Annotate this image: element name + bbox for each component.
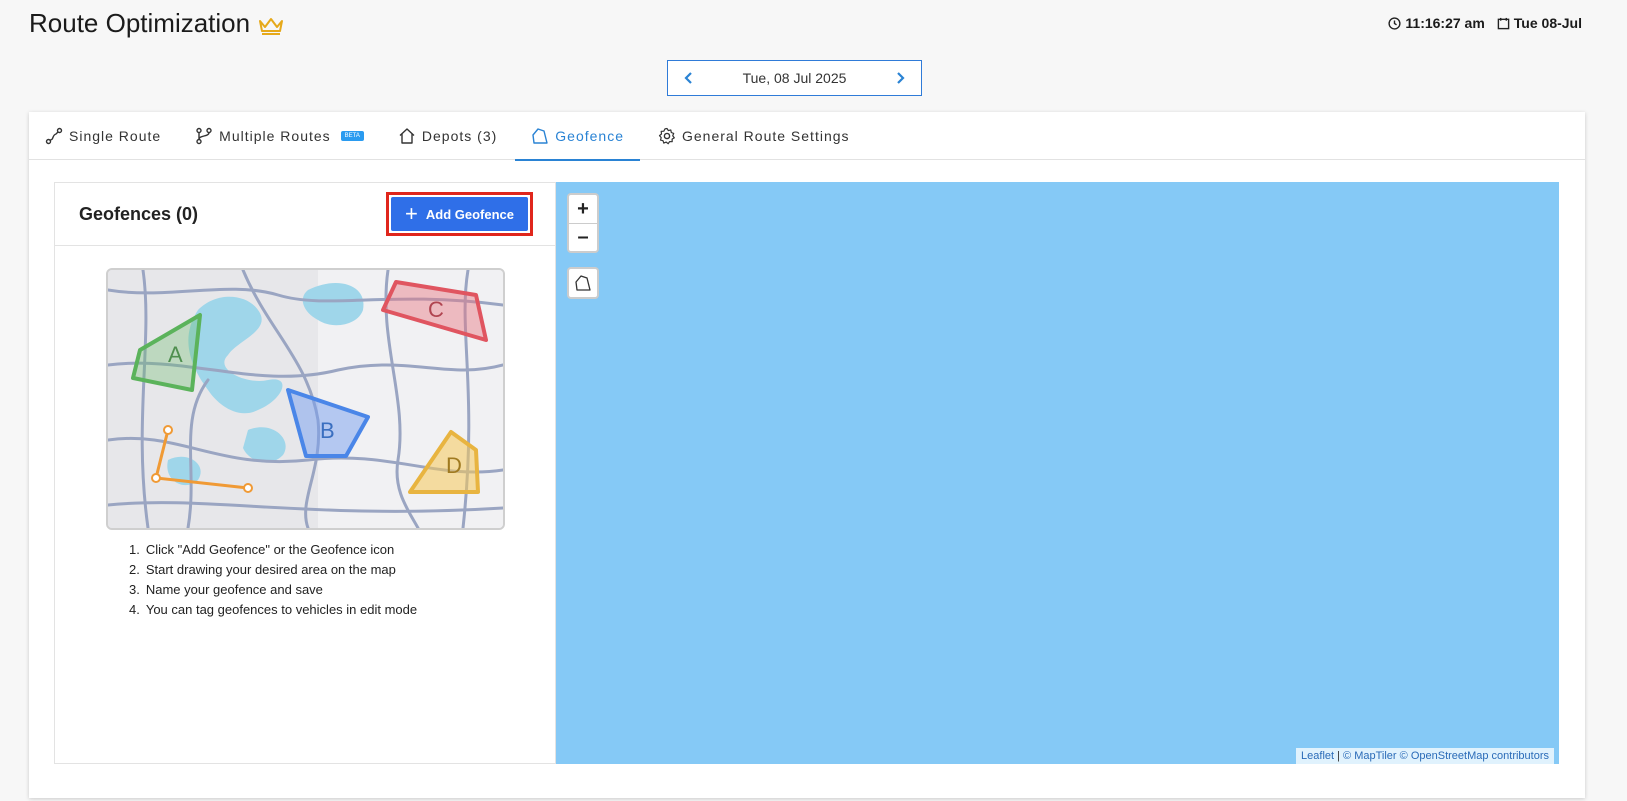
osm-link[interactable]: © OpenStreetMap contributors — [1400, 750, 1549, 762]
step-text: Name your geofence and save — [145, 582, 323, 597]
zoom-out-button[interactable]: – — [569, 223, 597, 251]
calendar-icon — [1497, 17, 1510, 29]
previous-day-button[interactable] — [680, 69, 698, 87]
time-text: 11:16:27 am — [1405, 15, 1485, 31]
chevron-right-icon — [897, 72, 905, 84]
illustration-label-a: A — [168, 342, 183, 367]
maptiler-link[interactable]: © MapTiler — [1343, 750, 1397, 762]
add-geofence-label: Add Geofence — [425, 206, 514, 222]
selected-date[interactable]: Tue, 08 Jul 2025 — [743, 70, 847, 86]
highlight-box: + Add Geofence — [386, 192, 533, 236]
add-geofence-button[interactable]: + Add Geofence — [391, 197, 528, 231]
gear-icon — [658, 127, 675, 144]
illustration-label-d: D — [446, 453, 462, 478]
clock-icon — [1388, 16, 1401, 30]
tab-multiple-routes[interactable]: Multiple Routes BETA — [195, 112, 380, 160]
tab-label: Geofence — [555, 127, 624, 144]
geofence-panel: Geofences (0) + Add Geofence A C B D 1. … — [54, 182, 556, 764]
tab-single-route[interactable]: Single Route — [45, 112, 177, 160]
step-text: You can tag geofences to vehicles in edi… — [145, 602, 418, 617]
list-item: 4. You can tag geofences to vehicles in e… — [129, 600, 417, 620]
list-item: 3. Name your geofence and save — [129, 580, 417, 600]
step-number: 2. — [129, 562, 140, 577]
map-attribution: Leaflet | © MapTiler © OpenStreetMap con… — [1296, 748, 1554, 764]
tab-label: Multiple Routes — [219, 127, 331, 144]
tab-general-route-settings[interactable]: General Route Settings — [658, 112, 866, 160]
tab-geofence[interactable]: Geofence — [515, 112, 640, 161]
tab-label: Single Route — [69, 127, 162, 144]
current-time: 11:16:27 am — [1388, 15, 1485, 31]
tab-bar: Single Route Multiple Routes BETA Depots… — [29, 112, 1585, 161]
next-day-button[interactable] — [891, 69, 909, 87]
tab-label: General Route Settings — [681, 127, 850, 144]
crown-icon — [259, 17, 284, 35]
illustration-map: A C B D — [108, 270, 503, 528]
chevron-left-icon — [684, 72, 692, 84]
step-number: 3. — [129, 582, 140, 597]
draw-geofence-button[interactable] — [567, 267, 599, 299]
step-text: Click "Add Geofence" or the Geofence ico… — [145, 542, 395, 557]
geofences-title: Geofences (0) — [79, 203, 199, 224]
step-number: 4. — [129, 602, 140, 617]
zoom-in-button[interactable]: + — [569, 195, 597, 223]
leaflet-link[interactable]: Leaflet — [1301, 750, 1334, 762]
step-text: Start drawing your desired area on the m… — [145, 562, 396, 577]
page-title: Route Optimization — [29, 8, 284, 39]
branch-icon — [196, 127, 212, 144]
zoom-control: + – — [567, 193, 599, 253]
beta-badge: BETA — [340, 130, 364, 141]
tab-label: Depots (3) — [421, 127, 498, 144]
page-title-text: Route Optimization — [29, 8, 251, 38]
top-bar: Route Optimization 11:16:27 am Tue 08-Ju… — [0, 0, 1627, 60]
geofence-icon — [575, 275, 591, 291]
plus-icon: + — [405, 201, 418, 226]
instructions: 1. Click "Add Geofence" or the Geofence i… — [129, 540, 417, 620]
illustration-label-b: B — [320, 418, 335, 443]
route-icon — [45, 127, 63, 144]
attribution-separator: | — [1334, 750, 1344, 762]
panel-header: Geofences (0) + Add Geofence — [55, 183, 555, 246]
map-canvas[interactable]: + – Leaflet | © MapTiler © OpenStreetMap… — [556, 182, 1559, 764]
main-card: Single Route Multiple Routes BETA Depots… — [29, 112, 1585, 798]
home-icon — [399, 127, 415, 144]
list-item: 1. Click "Add Geofence" or the Geofence i… — [129, 540, 417, 560]
geofence-icon — [532, 127, 548, 144]
current-date: Tue 08-Jul — [1497, 15, 1582, 31]
list-item: 2. Start drawing your desired area on the… — [129, 560, 417, 580]
date-navigator: Tue, 08 Jul 2025 — [667, 60, 922, 96]
clock-area: 11:16:27 am Tue 08-Jul — [1388, 15, 1582, 31]
step-number: 1. — [129, 542, 140, 557]
tab-depots[interactable]: Depots (3) — [398, 112, 513, 160]
geofence-illustration: A C B D — [106, 268, 505, 530]
illustration-label-c: C — [428, 297, 444, 322]
date-text: Tue 08-Jul — [1513, 15, 1582, 31]
